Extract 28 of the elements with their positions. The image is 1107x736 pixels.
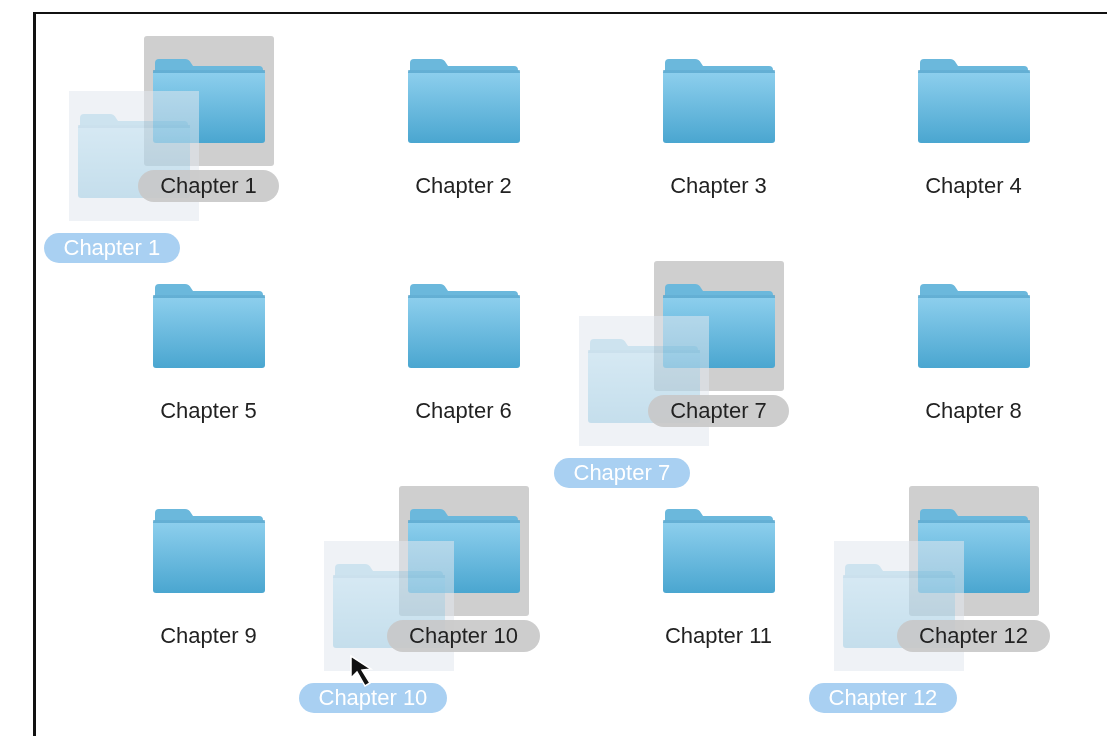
folder-icon[interactable] [150, 507, 267, 595]
folder-icon[interactable] [915, 282, 1032, 370]
folder-name[interactable]: Chapter 7 [648, 395, 789, 427]
folder-icon[interactable] [150, 57, 267, 145]
drag-label: Chapter 1 [43, 233, 181, 263]
folder-icon[interactable] [660, 282, 777, 370]
folder-icon[interactable] [660, 507, 777, 595]
folder-icon[interactable] [915, 507, 1032, 595]
folder-name[interactable]: Chapter 8 [903, 395, 1044, 427]
folder-name[interactable]: Chapter 11 [642, 620, 795, 652]
folder-name[interactable]: Chapter 3 [648, 170, 789, 202]
folder-icon[interactable] [405, 507, 522, 595]
drag-label: Chapter 12 [808, 683, 958, 713]
folder-icon[interactable] [405, 282, 522, 370]
folder-icon[interactable] [915, 57, 1032, 145]
drag-label: Chapter 7 [553, 458, 691, 488]
folder-name[interactable]: Chapter 1 [138, 170, 279, 202]
folder-name[interactable]: Chapter 4 [903, 170, 1044, 202]
folder-icon[interactable] [660, 57, 777, 145]
folder-icon[interactable] [150, 282, 267, 370]
folder-name[interactable]: Chapter 2 [393, 170, 534, 202]
folder-name[interactable]: Chapter 10 [387, 620, 540, 652]
drag-label: Chapter 10 [298, 683, 448, 713]
folder-name[interactable]: Chapter 12 [897, 620, 1050, 652]
folder-name[interactable]: Chapter 9 [138, 620, 279, 652]
folder-icon[interactable] [405, 57, 522, 145]
folder-name[interactable]: Chapter 5 [138, 395, 279, 427]
folder-name[interactable]: Chapter 6 [393, 395, 534, 427]
